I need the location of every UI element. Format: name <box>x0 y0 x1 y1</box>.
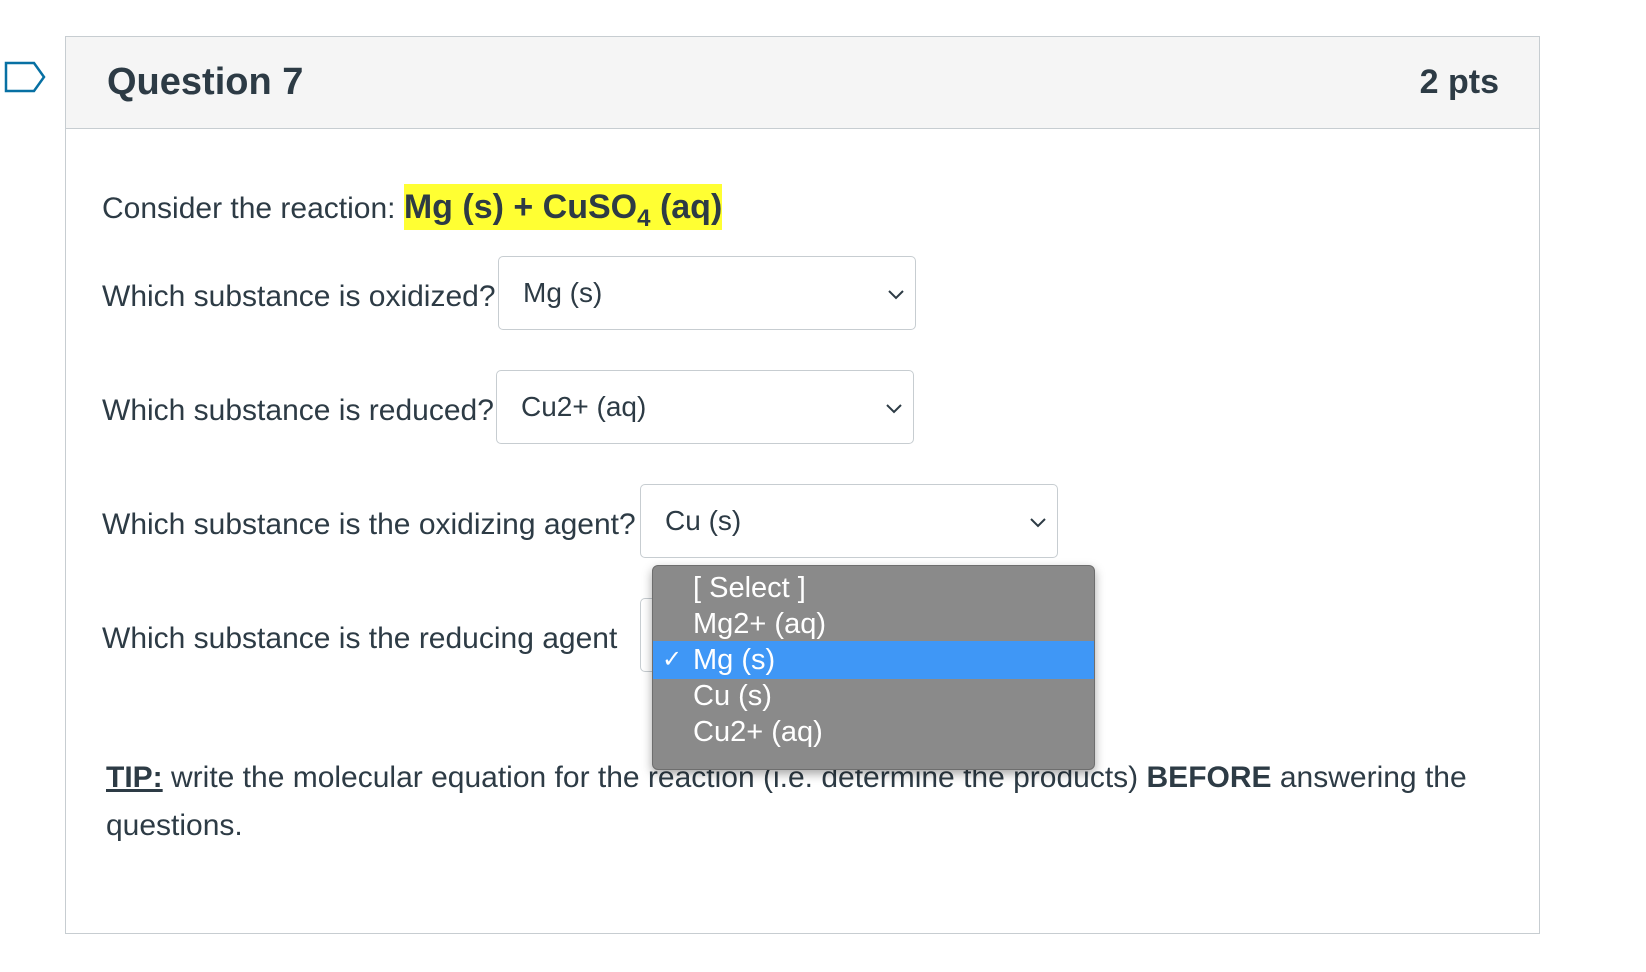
prompt-prefix: Consider the reaction: <box>102 192 404 225</box>
bookmark-icon[interactable] <box>4 61 46 93</box>
chevron-down-icon <box>1030 518 1046 528</box>
option-label: Cu2+ (aq) <box>693 716 823 748</box>
chevron-down-icon <box>886 404 902 414</box>
reduced-select-value: Cu2+ (aq) <box>521 391 647 422</box>
dropdown-option-mg[interactable]: ✓ Mg (s) <box>653 641 1094 679</box>
dropdown-option-mg2plus[interactable]: Mg2+ (aq) <box>653 605 1094 643</box>
row-label-oxidized: Which substance is oxidized? <box>102 280 496 313</box>
dropdown-option-cu2plus[interactable]: Cu2+ (aq) <box>653 713 1094 751</box>
reduced-select[interactable]: Cu2+ (aq) <box>496 370 914 444</box>
question-points: 2 pts <box>1419 63 1499 101</box>
reaction-right: (aq) <box>650 188 723 226</box>
option-label: Mg2+ (aq) <box>693 608 826 640</box>
reaction-left: Mg (s) + CuSO <box>403 188 638 226</box>
oxidizing-agent-select[interactable]: Cu (s) <box>640 484 1058 558</box>
oxidizing-agent-select-value: Cu (s) <box>665 505 742 536</box>
option-label: Cu (s) <box>693 680 772 712</box>
option-label: Mg (s) <box>693 644 776 676</box>
option-label: [ Select ] <box>693 572 806 604</box>
oxidized-select[interactable]: Mg (s) <box>498 256 916 330</box>
reducing-agent-dropdown-menu: [ Select ] Mg2+ (aq) ✓ Mg (s) Cu (s) Cu2… <box>652 565 1095 770</box>
oxidized-select-value: Mg (s) <box>523 277 603 308</box>
reaction-equation: Mg (s) + CuSO4 (aq) <box>403 184 723 232</box>
dropdown-option-cu[interactable]: Cu (s) <box>653 677 1094 715</box>
tip-label: TIP: <box>106 761 163 794</box>
row-label-oxidizing-agent: Which substance is the oxidizing agent? <box>102 508 636 541</box>
question-title: Question 7 <box>107 61 304 103</box>
reaction-prompt: Consider the reaction: Mg (s) + CuSO4 (a… <box>102 184 723 233</box>
row-label-reduced: Which substance is reduced? <box>102 394 494 427</box>
question-header: Question 7 2 pts <box>66 37 1539 129</box>
dropdown-option-select[interactable]: [ Select ] <box>653 569 1094 607</box>
reaction-subscript: 4 <box>637 204 651 232</box>
checkmark-icon: ✓ <box>662 646 683 673</box>
tip-bold: BEFORE <box>1146 761 1272 794</box>
row-label-reducing-agent: Which substance is the reducing agent <box>102 622 618 655</box>
chevron-down-icon <box>888 290 904 300</box>
